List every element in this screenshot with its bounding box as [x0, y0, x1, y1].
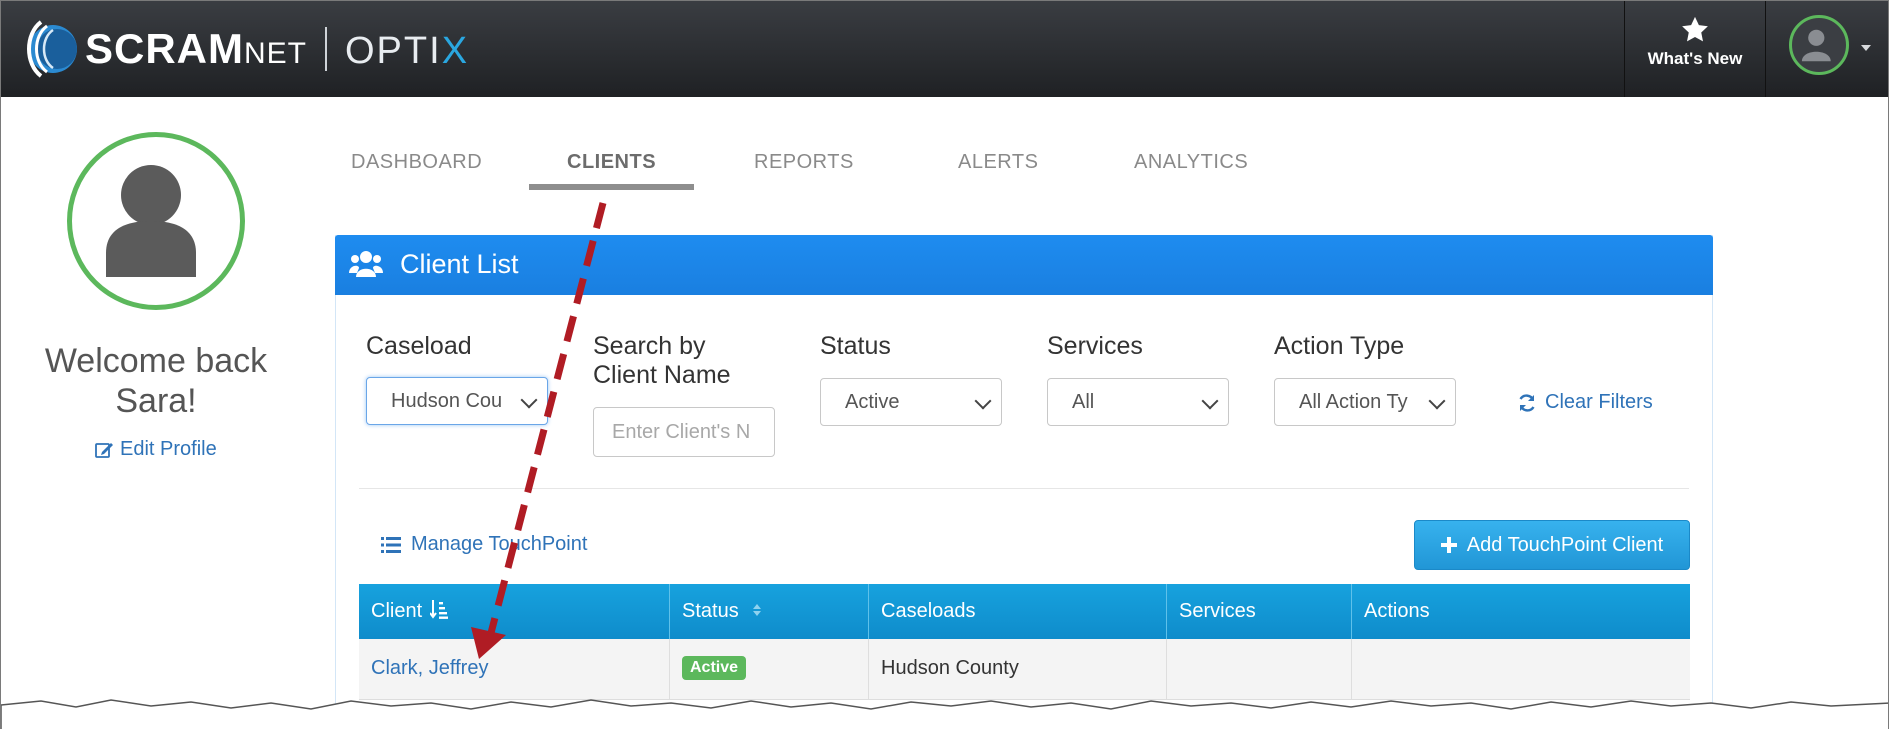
column-header-services: Services: [1167, 584, 1352, 639]
caseload-select[interactable]: Hudson Cou: [366, 377, 548, 425]
column-header-status[interactable]: Status: [670, 584, 869, 639]
client-name-search-input[interactable]: Enter Client's N: [593, 407, 775, 457]
add-touchpoint-client-label: Add TouchPoint Client: [1466, 533, 1664, 556]
filters-divider: [359, 488, 1689, 489]
tab-clients[interactable]: CLIENTS: [567, 151, 656, 174]
client-table-header: Client Status Caseloads Services Actions: [359, 584, 1690, 639]
client-name-link[interactable]: Clark, Jeffrey: [371, 657, 488, 679]
torn-edge: [1, 699, 1888, 729]
clear-filters-label: Clear Filters: [1545, 391, 1653, 413]
cell-status: Active: [670, 639, 869, 699]
column-header-label: Status: [682, 600, 739, 622]
user-silhouette-icon: [1801, 29, 1831, 62]
column-header-client[interactable]: Client: [359, 584, 670, 639]
services-label: Services: [1047, 332, 1143, 360]
chevron-down-icon: [1201, 392, 1219, 410]
edit-profile-link[interactable]: Edit Profile: [94, 438, 217, 461]
clear-filters-link[interactable]: Clear Filters: [1517, 391, 1653, 414]
cell-actions: [1352, 639, 1690, 699]
sort-ascending-icon: [430, 600, 449, 619]
welcome-message: Welcome back Sara!: [21, 341, 291, 421]
column-header-label: Actions: [1364, 600, 1430, 622]
chevron-down-icon: [1861, 45, 1871, 51]
panel-header: Client List: [335, 235, 1713, 295]
column-header-label: Services: [1179, 600, 1256, 622]
brand-name: SCRAM: [85, 25, 244, 72]
column-header-actions: Actions: [1352, 584, 1690, 639]
active-tab-indicator: [529, 184, 694, 190]
tab-reports[interactable]: REPORTS: [754, 151, 854, 174]
cell-caseloads: Hudson County: [869, 639, 1167, 699]
chevron-down-icon: [974, 392, 992, 410]
tab-analytics[interactable]: ANALYTICS: [1134, 151, 1248, 174]
search-label-line2: Client Name: [593, 361, 731, 389]
user-menu-button[interactable]: [1765, 1, 1888, 97]
users-icon: [349, 251, 383, 277]
sort-icon: [752, 604, 761, 616]
list-icon: [381, 536, 401, 553]
cell-client: Clark, Jeffrey: [359, 639, 670, 699]
product-name: OPTIX: [345, 30, 469, 73]
refresh-icon: [1519, 393, 1535, 412]
edit-icon: [95, 442, 113, 458]
whats-new-label: What's New: [1647, 49, 1743, 68]
caseload-label: Caseload: [366, 332, 472, 360]
app-logo[interactable]: SCRAM NET OPTIX: [19, 13, 469, 85]
caseload-value: Hudson Cou: [391, 390, 503, 412]
welcome-line: Welcome back: [44, 342, 268, 380]
edit-profile-label: Edit Profile: [120, 438, 217, 460]
add-touchpoint-client-button[interactable]: Add TouchPoint Client: [1414, 520, 1690, 570]
product-name-main: OPTI: [345, 30, 442, 72]
profile-avatar: [67, 132, 245, 310]
status-label: Status: [820, 332, 891, 360]
user-silhouette-icon: [106, 165, 196, 277]
manage-touchpoint-label: Manage TouchPoint: [411, 533, 588, 555]
welcome-name: Sara!: [115, 382, 197, 420]
brand-wordmark: SCRAM NET OPTIX: [85, 25, 469, 73]
chevron-down-icon: [1428, 392, 1446, 410]
tab-dashboard[interactable]: DASHBOARD: [351, 151, 482, 174]
top-navbar: SCRAM NET OPTIX What's New: [1, 1, 1888, 97]
star-icon: [1682, 16, 1708, 42]
brand-suffix: NET: [244, 37, 307, 70]
chevron-down-icon: [520, 391, 538, 409]
tab-alerts[interactable]: ALERTS: [958, 151, 1038, 174]
panel-title: Client List: [400, 249, 519, 279]
status-select[interactable]: Active: [820, 378, 1002, 426]
caseload-name: Hudson County: [881, 657, 1019, 679]
services-select[interactable]: All: [1047, 378, 1229, 426]
column-header-label: Caseloads: [881, 600, 976, 622]
search-label: Search by Client Name: [593, 332, 731, 390]
user-avatar: [1789, 15, 1849, 75]
brand-separator: [325, 27, 327, 71]
scram-logo-icon: [27, 20, 77, 78]
whats-new-button[interactable]: What's New: [1624, 1, 1766, 97]
screenshot-frame: SCRAM NET OPTIX What's New Welcome back …: [0, 0, 1889, 729]
services-value: All: [1072, 391, 1095, 413]
search-placeholder: Enter Client's N: [612, 421, 751, 443]
search-label-line1: Search by: [593, 332, 706, 360]
action-type-label: Action Type: [1274, 332, 1405, 360]
action-type-select[interactable]: All Action Ty: [1274, 378, 1456, 426]
manage-touchpoint-link[interactable]: Manage TouchPoint: [381, 533, 587, 556]
action-type-value: All Action Ty: [1299, 391, 1408, 413]
product-name-x: X: [441, 30, 470, 72]
status-badge: Active: [682, 656, 747, 680]
column-header-label: Client: [371, 600, 423, 622]
plus-icon: [1440, 537, 1457, 553]
status-value: Active: [845, 391, 900, 413]
column-header-caseloads: Caseloads: [869, 584, 1167, 639]
cell-services: [1167, 639, 1352, 699]
